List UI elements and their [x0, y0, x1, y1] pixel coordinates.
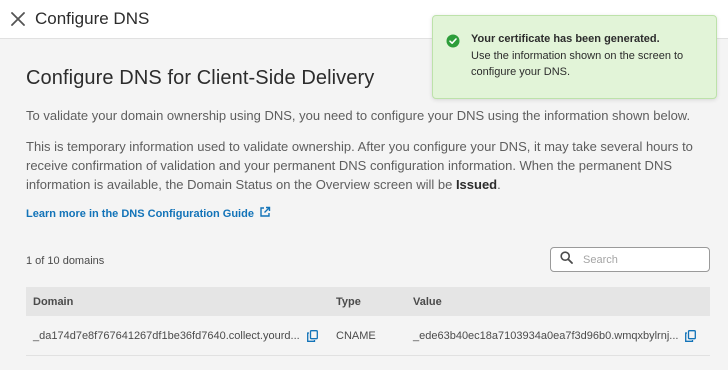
close-icon[interactable] [9, 10, 27, 28]
info-text-end: . [497, 177, 501, 192]
table-row: _da174d7e8f767641267df1be36fd7640.collec… [26, 316, 710, 356]
learn-more-link[interactable]: Learn more in the DNS Configuration Guid… [26, 206, 271, 221]
domain-count: 1 of 10 domains [26, 255, 105, 267]
column-header-type[interactable]: Type [331, 296, 412, 308]
column-header-value[interactable]: Value [412, 296, 710, 308]
external-link-icon [259, 206, 271, 221]
value-cell: _ede63b40ec18a7103934a0ea7f3d96b0.wmqxby… [412, 330, 710, 342]
copy-icon[interactable] [685, 329, 697, 342]
intro-text: To validate your domain ownership using … [26, 108, 691, 123]
check-circle-icon [446, 34, 460, 53]
info-text: This is temporary information used to va… [26, 137, 706, 194]
header-title: Configure DNS [35, 9, 150, 28]
copy-icon[interactable] [306, 329, 318, 342]
table-header: Domain Type Value [26, 287, 710, 316]
record-value: _ede63b40ec18a7103934a0ea7f3d96b0.wmqxby… [413, 329, 679, 342]
info-status-issued: Issued [455, 177, 498, 192]
search-icon [560, 250, 573, 269]
toast-title: Your certificate has been generated. [471, 33, 660, 45]
domain-value: _da174d7e8f767641267df1be36fd7640.collec… [33, 329, 300, 342]
page-title: Configure DNS for Client-Side Delivery [26, 67, 375, 89]
toast-message: Use the information shown on the screen … [471, 50, 684, 78]
column-header-domain[interactable]: Domain [26, 296, 331, 308]
success-toast: Your certificate has been generated. Use… [432, 15, 717, 99]
search-input[interactable] [583, 253, 693, 266]
type-cell: CNAME [336, 329, 376, 342]
domain-cell: _da174d7e8f767641267df1be36fd7640.collec… [26, 330, 331, 342]
domains-table: Domain Type Value _da174d7e8f767641267df… [26, 287, 710, 356]
info-text-body: This is temporary information used to va… [26, 139, 693, 192]
learn-more-label: Learn more in the DNS Configuration Guid… [26, 207, 254, 220]
search-box[interactable] [550, 247, 710, 272]
